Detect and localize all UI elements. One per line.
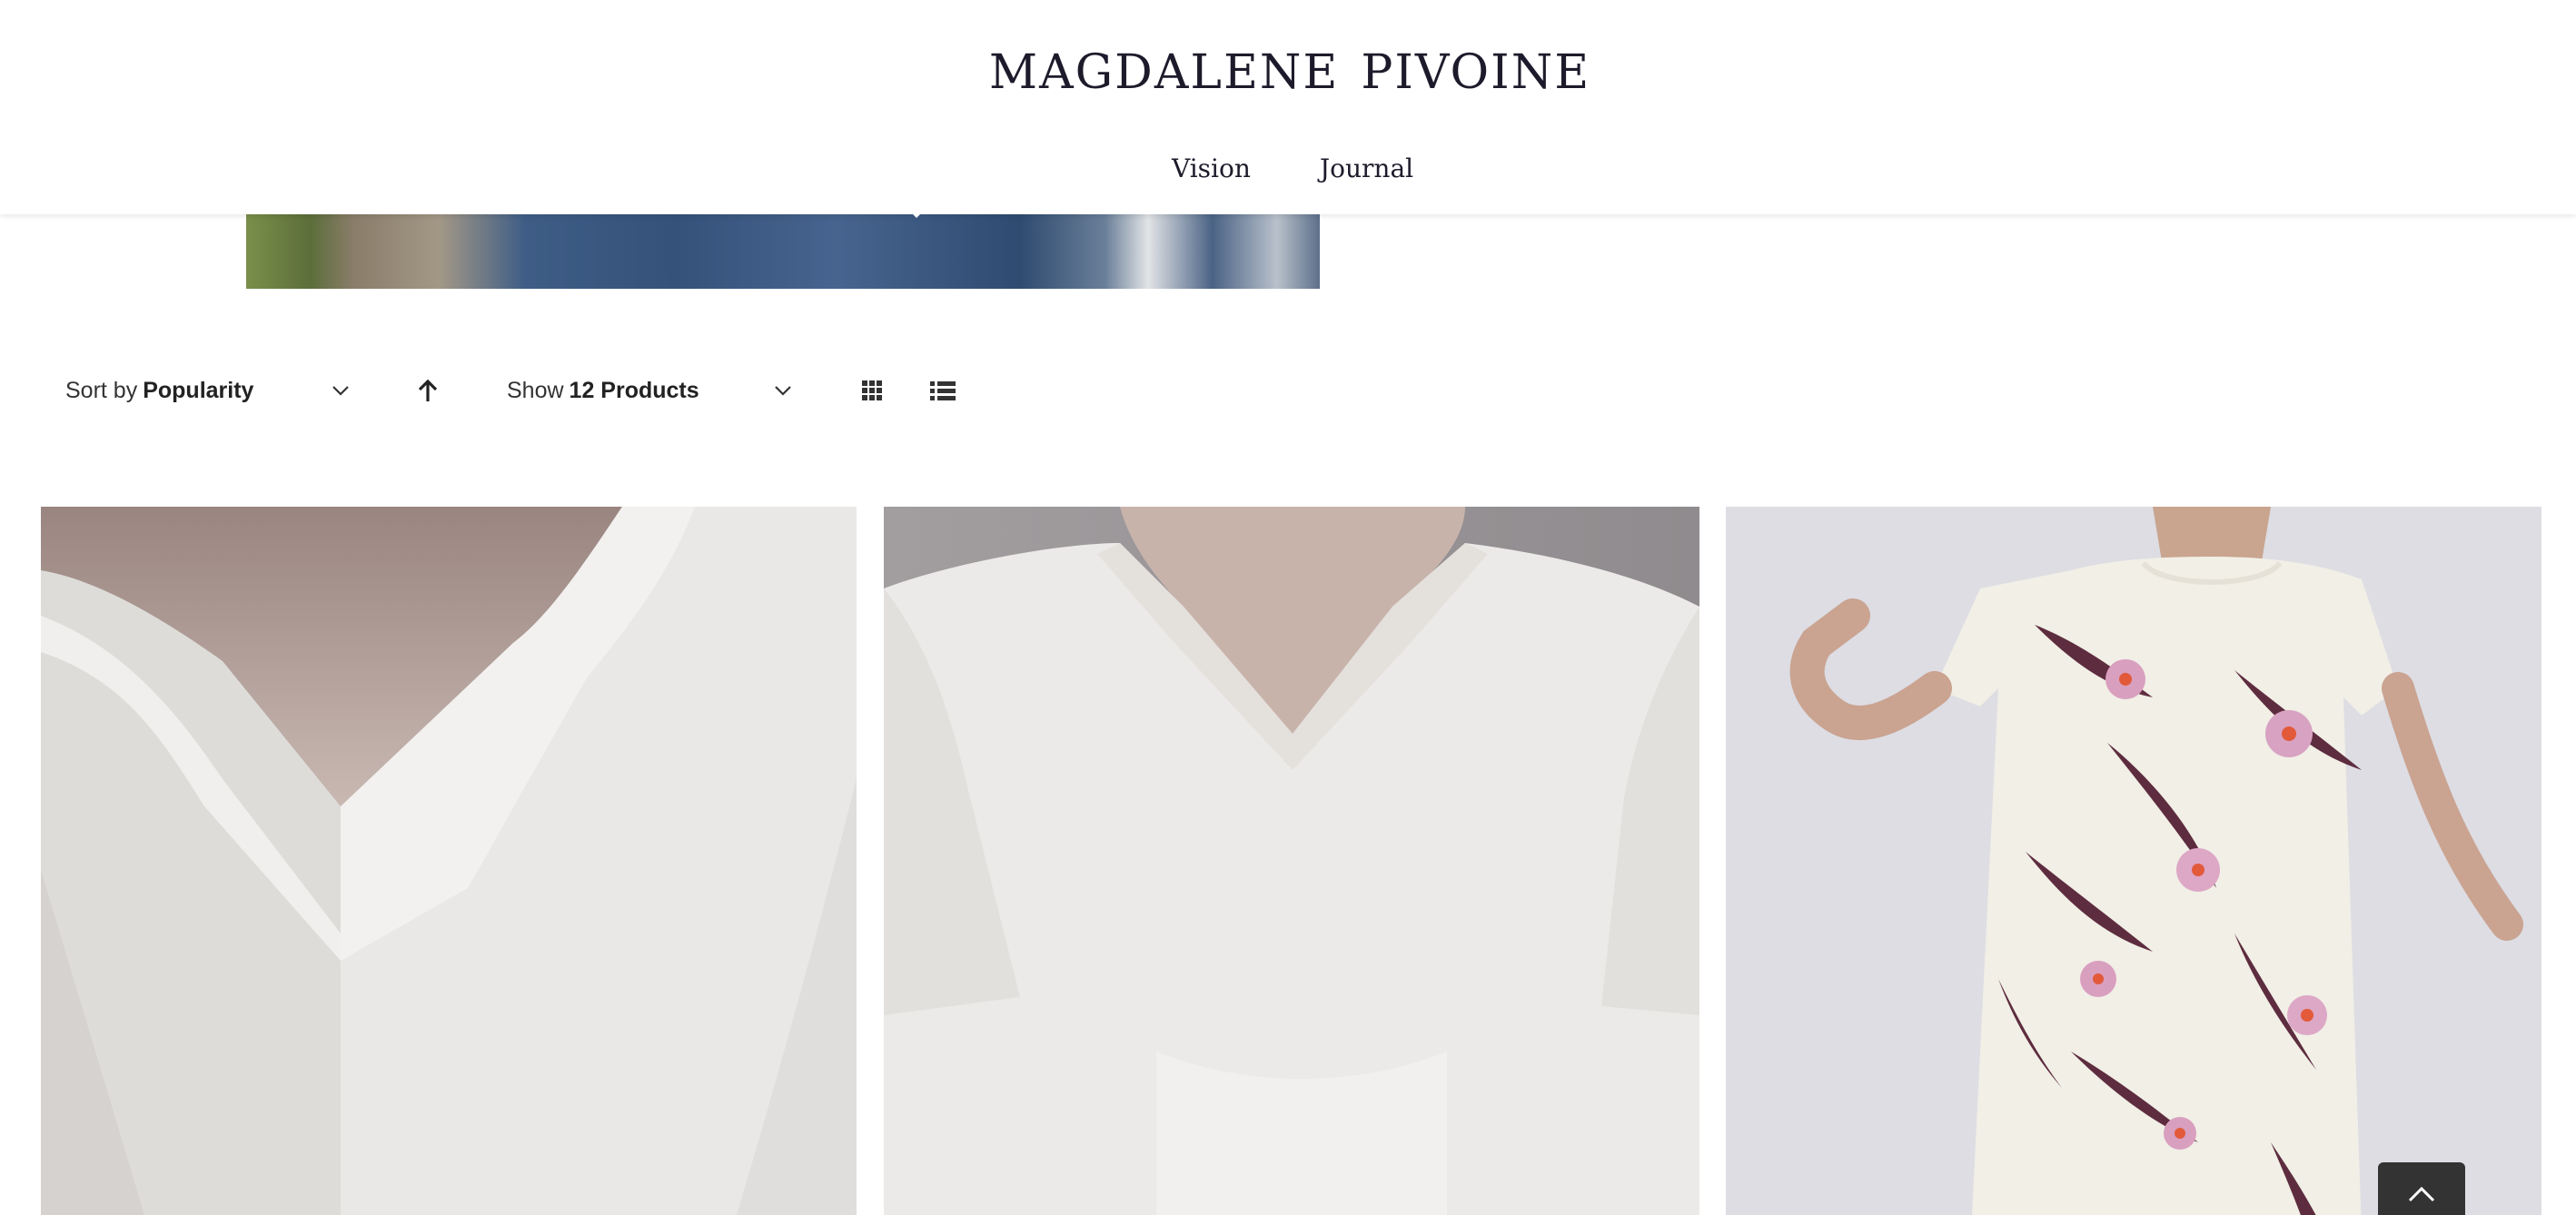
nav-vision[interactable]: Vision (1172, 153, 1251, 183)
back-to-top-button[interactable] (2378, 1162, 2465, 1215)
nav-journal[interactable]: Journal (1320, 153, 1413, 183)
page: MAGDALENE PIVOINE Vision Journal Sort by… (0, 0, 2576, 1215)
sort-prefix: Sort by (65, 377, 138, 403)
product-card[interactable] (41, 507, 857, 1215)
product-image[interactable] (1726, 507, 2541, 1215)
list-view-icon[interactable] (926, 374, 959, 407)
hero-notch (904, 205, 929, 218)
show-prefix: Show (507, 377, 564, 403)
chevron-down-icon[interactable] (774, 385, 792, 396)
logo-text-right: PIVOINE (1361, 45, 1591, 100)
grid-view-icon[interactable] (856, 374, 888, 407)
chevron-up-icon (2408, 1186, 2435, 1202)
chevron-down-icon[interactable] (332, 385, 350, 396)
arrow-up-icon[interactable] (411, 374, 444, 407)
show-value: 12 Products (569, 377, 699, 403)
product-image[interactable] (884, 507, 1699, 1215)
product-image[interactable] (41, 507, 857, 1215)
sort-value: Popularity (143, 377, 254, 403)
logo-text-left: MAGDALENE (988, 45, 1340, 100)
sort-by-dropdown[interactable]: Sort by Popularity (65, 359, 253, 422)
show-count-dropdown[interactable]: Show 12 Products (507, 359, 699, 422)
catalog-toolbar: Sort by Popularity Show 12 Products (0, 359, 1090, 422)
product-card[interactable] (884, 507, 1699, 1215)
main-nav: Vision Journal (1172, 145, 1413, 191)
product-card[interactable] (1726, 507, 2541, 1215)
hero-image (246, 214, 1320, 289)
site-logo[interactable]: MAGDALENE PIVOINE (989, 36, 1589, 109)
site-header: MAGDALENE PIVOINE Vision Journal (0, 0, 2576, 214)
